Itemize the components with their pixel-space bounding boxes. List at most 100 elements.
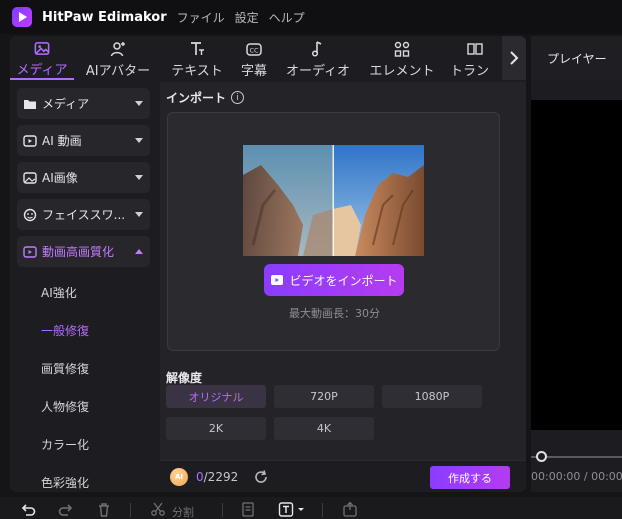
category-tabs: メディア AIアバター テキスト CC 字幕 オーディオ エレメント トラン <box>10 36 526 80</box>
svg-text:CC: CC <box>250 47 260 55</box>
chevron-down-icon <box>135 138 143 143</box>
tab-label: AIアバター <box>85 64 151 79</box>
before-after-preview <box>243 145 424 256</box>
text-icon <box>191 42 204 55</box>
sidebar-item-label: フェイススワ... <box>42 208 126 222</box>
sidebar-subitem-ai-enhance[interactable]: AI強化 <box>10 273 158 311</box>
sidebar-subitem-general-repair[interactable]: 一般修復 <box>10 311 158 349</box>
refresh-icon[interactable] <box>253 469 269 485</box>
toolbar-divider <box>130 503 131 517</box>
menu-help[interactable]: ヘルプ <box>269 9 305 26</box>
audio-icon <box>311 41 322 57</box>
enhance-footer: AI 0/2292 作成する <box>160 460 526 492</box>
sidebar-item-ai-video[interactable]: AI 動画 <box>17 125 150 156</box>
max-length-note: 最大動画長：30分 <box>289 307 380 320</box>
tab-ai-avatar[interactable]: AIアバター <box>74 36 162 80</box>
tab-subtitle[interactable]: CC 字幕 <box>232 36 276 80</box>
tab-label: テキスト <box>171 64 223 79</box>
tab-media[interactable]: メディア <box>10 36 74 80</box>
sidebar-subitem-portrait-repair[interactable]: 人物修復 <box>10 387 158 425</box>
title-bar: HitPaw Edimakor ファイル 設定 ヘルプ <box>0 0 622 34</box>
resolution-1080p[interactable]: 1080P <box>382 385 482 408</box>
tab-label: エレメント <box>369 64 435 79</box>
sidebar-item-label: メディア <box>42 97 90 111</box>
tab-element[interactable]: エレメント <box>360 36 444 80</box>
app-logo-icon <box>12 7 32 27</box>
time-total: / 00:00 <box>583 470 622 483</box>
sidebar-item-media[interactable]: メディア <box>17 88 150 119</box>
credit-coin-icon: AI <box>170 468 188 486</box>
tab-label: オーディオ <box>285 64 351 79</box>
import-button-label: ビデオをインポート <box>289 273 398 288</box>
ai-video-icon <box>23 134 37 147</box>
time-current: 00:00:00 <box>531 470 581 483</box>
sidebar-item-face-swap[interactable]: フェイススワ... <box>17 199 150 230</box>
player-panel: プレイヤー 00:00:00 / 00:00 <box>531 36 622 492</box>
resolution-720p[interactable]: 720P <box>274 385 374 408</box>
scrub-handle[interactable] <box>536 451 547 462</box>
folder-icon <box>24 99 36 109</box>
sidebar-item-label: 動画高画質化 <box>42 245 115 259</box>
timeline-toolbar: 分割 <box>0 497 622 519</box>
redo-icon[interactable] <box>58 501 74 517</box>
credits-used: 0 <box>196 470 204 484</box>
tab-label: メディア <box>16 63 68 78</box>
text-box-icon[interactable] <box>278 501 294 517</box>
element-icon <box>394 41 410 57</box>
resolution-label: 解像度 <box>166 371 203 385</box>
enhance-content: インポート i ビデオをインポート 最大動画長：30分 解像度 オリジナル 72… <box>160 82 526 492</box>
sidebar: メディア AI 動画 AI画像 フェイススワ... 動画高画質化 AI強化 一般… <box>10 82 158 492</box>
import-heading: インポート i <box>166 89 245 106</box>
chevron-right-icon <box>510 51 519 65</box>
chevron-down-icon <box>135 175 143 180</box>
menu-settings[interactable]: 設定 <box>235 9 259 26</box>
app-name: HitPaw Edimakor <box>42 9 167 25</box>
ai-avatar-icon <box>110 42 125 57</box>
credits-counter: 0/2292 <box>196 470 238 484</box>
sidebar-subitem-quality-repair[interactable]: 画質修復 <box>10 349 158 387</box>
toolbar-divider <box>322 503 323 517</box>
video-enhance-icon <box>23 245 37 258</box>
chevron-down-icon <box>135 101 143 106</box>
note-icon[interactable] <box>240 501 256 517</box>
sidebar-item-ai-image[interactable]: AI画像 <box>17 162 150 193</box>
tabs-next-button[interactable] <box>502 36 526 80</box>
transition-icon <box>467 43 483 55</box>
tab-label: 字幕 <box>240 64 267 79</box>
subtitle-icon: CC <box>246 43 262 56</box>
info-icon[interactable]: i <box>231 91 245 104</box>
resolution-original[interactable]: オリジナル <box>166 385 266 408</box>
sidebar-item-video-enhance[interactable]: 動画高画質化 <box>17 236 150 267</box>
sidebar-subitem-color-enhance[interactable]: 色彩強化 <box>10 463 158 492</box>
undo-icon[interactable] <box>20 501 36 517</box>
import-title: インポート <box>166 91 227 105</box>
chevron-down-icon[interactable] <box>296 501 306 517</box>
toolbar-divider <box>222 503 223 517</box>
chevron-up-icon <box>135 249 143 254</box>
media-panel: メディア AIアバター テキスト CC 字幕 オーディオ エレメント トラン メ… <box>10 36 526 492</box>
resolution-2k[interactable]: 2K <box>166 417 266 440</box>
time-readout: 00:00:00 / 00:00 <box>531 470 622 483</box>
player-screen[interactable] <box>531 100 622 430</box>
export-frame-icon[interactable] <box>342 501 358 517</box>
sidebar-subitem-colorize[interactable]: カラー化 <box>10 425 158 463</box>
split-label: 分割 <box>172 506 194 519</box>
credits-total: /2292 <box>203 470 239 484</box>
chevron-down-icon <box>135 212 143 217</box>
tab-text[interactable]: テキスト <box>162 36 232 80</box>
menu-file[interactable]: ファイル <box>177 9 225 26</box>
sidebar-item-label: AI 動画 <box>42 134 82 148</box>
import-dropzone[interactable]: ビデオをインポート 最大動画長：30分 <box>167 112 500 351</box>
resolution-4k[interactable]: 4K <box>274 417 374 440</box>
tab-label: トラン <box>450 64 490 79</box>
create-button[interactable]: 作成する <box>430 466 510 489</box>
delete-icon[interactable] <box>96 501 112 517</box>
scissors-icon[interactable] <box>150 501 166 517</box>
tab-transition[interactable]: トラン <box>444 36 502 80</box>
ai-image-icon <box>23 171 37 184</box>
tab-audio[interactable]: オーディオ <box>276 36 360 80</box>
sidebar-item-label: AI画像 <box>42 171 78 185</box>
media-icon <box>34 42 50 55</box>
import-video-button[interactable]: ビデオをインポート <box>264 264 404 296</box>
face-swap-icon <box>23 208 37 221</box>
